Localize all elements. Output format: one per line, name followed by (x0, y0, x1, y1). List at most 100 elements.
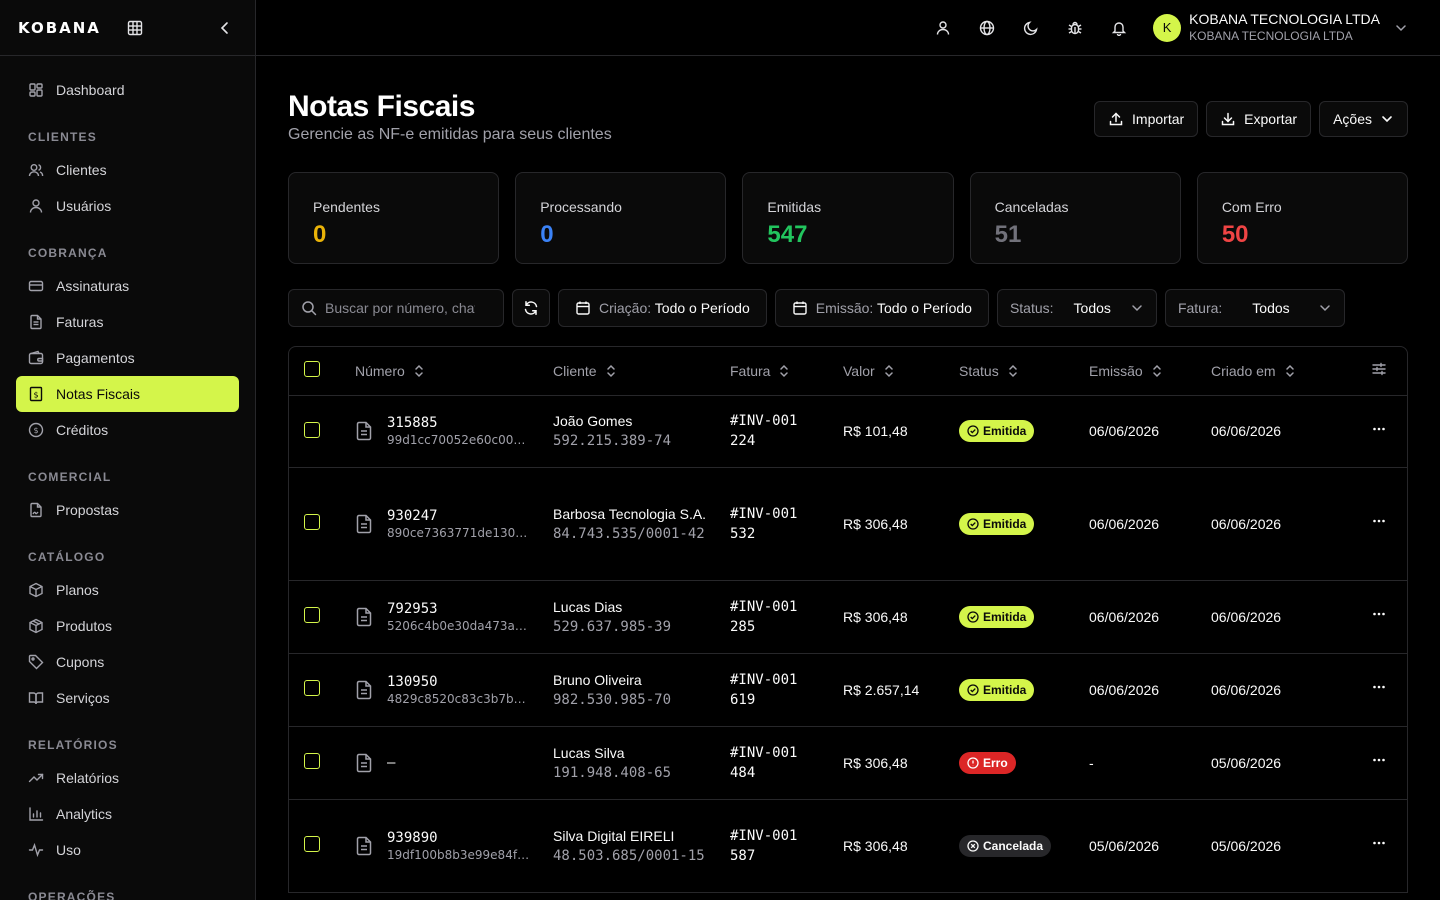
sidebar-item-propostas[interactable]: Propostas (16, 492, 239, 528)
account-switcher[interactable]: K KOBANA TECNOLOGIA LTDA KOBANA TECNOLOG… (1153, 11, 1408, 45)
table-row[interactable]: 130950 4829c8520c83c3b7b985… Bruno Oliveir… (289, 653, 1407, 727)
stat-card-canceladas[interactable]: Canceladas 51 (969, 172, 1181, 264)
status-select[interactable]: Status: Todos (996, 289, 1157, 327)
table-row[interactable]: 315885 99d1cc70052e60c009a4… João Gomes 592… (289, 395, 1407, 468)
sidebar-item-assinaturas[interactable]: Assinaturas (16, 268, 239, 304)
kobana-logo[interactable]: KOBANA (18, 19, 101, 37)
invoice-link[interactable]: #INV-001224 (730, 411, 800, 451)
column-header-fatura[interactable]: Fatura (730, 363, 790, 379)
actions-dropdown[interactable]: Ações (1319, 101, 1408, 137)
client-name[interactable]: Lucas Dias (553, 597, 714, 617)
import-button[interactable]: Importar (1094, 101, 1199, 137)
table-row[interactable]: 93989019df100b8b3e99e84f38c… Silva Digita… (289, 799, 1407, 893)
invoice-number[interactable]: – (387, 755, 395, 771)
emission-date: 06/06/2026 (1089, 653, 1211, 727)
row-checkbox[interactable] (304, 421, 320, 438)
collapse-sidebar-icon[interactable] (217, 20, 233, 36)
client-name[interactable]: Silva Digital EIRELI (553, 826, 714, 846)
stat-card-emitidas[interactable]: Emitidas 547 (742, 172, 954, 264)
download-icon (1221, 112, 1235, 126)
globe-icon[interactable] (977, 18, 997, 38)
creation-date-filter[interactable]: Criação: Todo o Período (558, 289, 767, 327)
table-row[interactable]: 930247890ce7363771de130288… Barbosa Tecno… (289, 467, 1407, 581)
column-header-cliente[interactable]: Cliente (553, 363, 617, 379)
column-settings-icon[interactable] (1371, 361, 1387, 377)
sort-icon (780, 364, 789, 377)
column-header-número[interactable]: Número (355, 363, 425, 379)
row-checkbox[interactable] (304, 607, 320, 623)
creation-filter-value: Todo o Período (654, 300, 750, 316)
sidebar-item-dashboard[interactable]: Dashboard (16, 72, 239, 108)
client-name[interactable]: João Gomes (553, 411, 714, 431)
more-actions-icon[interactable] (1371, 606, 1387, 622)
invoice-link[interactable]: #INV-001619 (730, 670, 800, 710)
sidebar-item-usuários[interactable]: Usuários (16, 188, 239, 224)
bell-icon[interactable] (1109, 18, 1129, 38)
column-header-label: Cliente (553, 362, 597, 379)
stat-card-processando[interactable]: Processando 0 (515, 172, 727, 264)
chevron-down-icon (1320, 305, 1330, 312)
sidebar-item-uso[interactable]: Uso (16, 832, 239, 868)
invoice-link[interactable]: #INV-001587 (730, 826, 800, 866)
client-name[interactable]: Barbosa Tecnologia S.A. (553, 504, 714, 524)
amount: R$ 101,48 (843, 395, 959, 468)
apps-grid-icon[interactable] (127, 20, 143, 36)
table-row[interactable]: – Lucas Silva 191.948.408-65 #INV-001484 R$ … (289, 726, 1407, 800)
invoice-link[interactable]: #INV-001484 (730, 743, 800, 783)
sidebar-item-créditos[interactable]: $ Créditos (16, 412, 239, 448)
export-button[interactable]: Exportar (1206, 101, 1312, 137)
user-profile-icon[interactable] (933, 18, 953, 38)
account-name: KOBANA TECNOLOGIA LTDA (1189, 10, 1380, 27)
column-header-status[interactable]: Status (959, 363, 1019, 379)
more-actions-icon[interactable] (1371, 513, 1387, 529)
search-input[interactable] (325, 300, 475, 316)
stat-card-pendentes[interactable]: Pendentes 0 (288, 172, 500, 264)
row-checkbox[interactable] (304, 514, 320, 530)
sidebar-item-analytics[interactable]: Analytics (16, 796, 239, 832)
moon-icon[interactable] (1021, 18, 1041, 38)
row-checkbox[interactable] (304, 680, 320, 696)
sidebar-item-faturas[interactable]: Faturas (16, 304, 239, 340)
table-row[interactable]: 7929535206c4b0e30da473abd5… Lucas Dias529… (289, 580, 1407, 654)
sidebar-item-notas-fiscais[interactable]: $ Notas Fiscais (16, 376, 239, 412)
more-actions-icon[interactable] (1371, 421, 1387, 437)
sidebar-item-produtos[interactable]: Produtos (16, 608, 239, 644)
invoice-select[interactable]: Fatura: Todos (1164, 289, 1345, 327)
column-header-criado em[interactable]: Criado em (1211, 363, 1296, 379)
more-actions-icon[interactable] (1371, 752, 1387, 768)
sort-icon (1008, 364, 1017, 377)
column-header-valor[interactable]: Valor (843, 363, 895, 379)
sidebar-item-serviços[interactable]: Serviços (16, 680, 239, 716)
search-box[interactable] (288, 289, 504, 327)
nav-section-catálogo: CATÁLOGO (28, 550, 106, 564)
refresh-button[interactable] (512, 289, 550, 327)
bug-icon[interactable] (1065, 18, 1085, 38)
invoice-number[interactable]: 315885 (387, 415, 533, 431)
invoice-number[interactable]: 930247 (387, 508, 533, 524)
client-name[interactable]: Lucas Silva (553, 743, 714, 763)
more-actions-icon[interactable] (1371, 679, 1387, 695)
invoice-number[interactable]: 130950 (387, 674, 533, 690)
column-header-emissão[interactable]: Emissão (1089, 363, 1163, 379)
sidebar-item-relatórios[interactable]: Relatórios (16, 760, 239, 796)
invoice-number[interactable]: 939890 (387, 830, 533, 846)
client-document: 982.530.985-70 (553, 691, 672, 708)
row-checkbox[interactable] (304, 753, 320, 769)
calendar-icon (793, 301, 807, 315)
invoice-link[interactable]: #INV-001285 (730, 597, 800, 637)
sidebar-item-cupons[interactable]: Cupons (16, 644, 239, 680)
sidebar-item-clientes[interactable]: Clientes (16, 152, 239, 188)
svg-text:$: $ (33, 426, 38, 435)
client-name[interactable]: Bruno Oliveira (553, 670, 714, 690)
amount: R$ 306,48 (843, 726, 959, 800)
invoice-number[interactable]: 792953 (387, 601, 533, 617)
sidebar-item-pagamentos[interactable]: Pagamentos (16, 340, 239, 376)
row-checkbox[interactable] (304, 836, 320, 852)
emission-date-filter[interactable]: Emissão: Todo o Período (774, 289, 989, 327)
stat-card-com-erro[interactable]: Com Erro 50 (1196, 172, 1409, 264)
invoice-link[interactable]: #INV-001532 (730, 504, 800, 544)
more-actions-icon[interactable] (1371, 835, 1387, 851)
select-all-checkbox[interactable] (304, 361, 320, 378)
avatar: K (1153, 13, 1182, 42)
sidebar-item-planos[interactable]: Planos (16, 572, 239, 608)
